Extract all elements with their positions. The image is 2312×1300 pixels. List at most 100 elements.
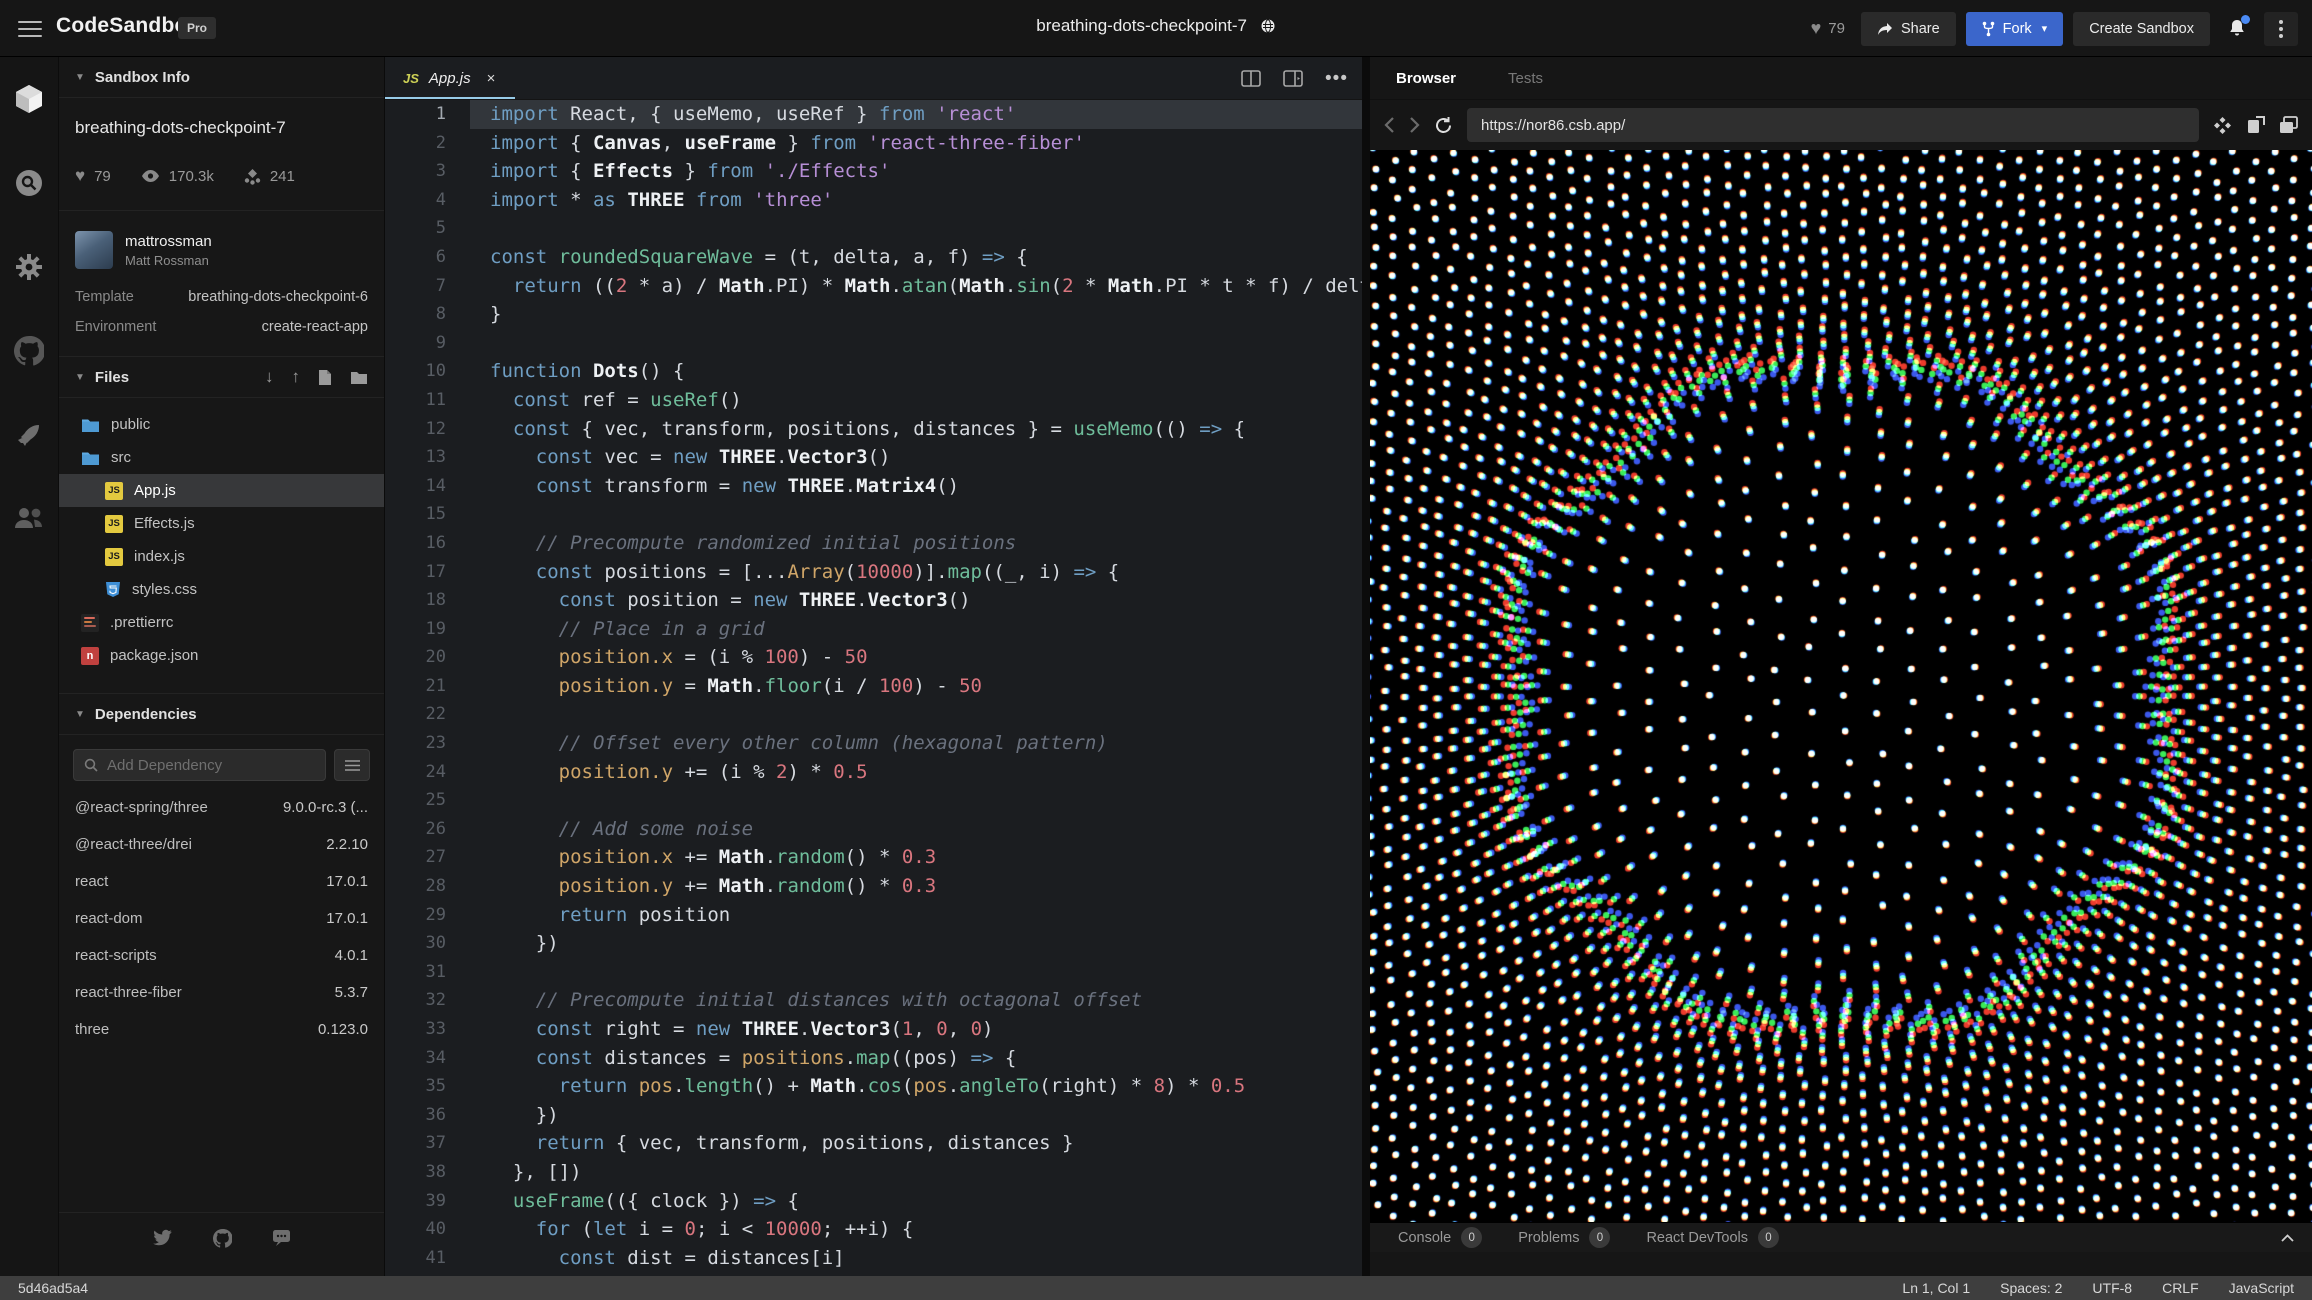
duplicate-view-icon[interactable] [2279, 115, 2298, 135]
create-sandbox-button[interactable]: Create Sandbox [2073, 11, 2210, 46]
new-file-icon[interactable] [318, 369, 332, 386]
dependency-row[interactable]: three 0.123.0 [59, 1011, 384, 1048]
code-editor[interactable]: 1 import React, { useMemo, useRef } from … [385, 100, 1362, 1276]
open-new-window-icon[interactable] [2246, 115, 2265, 135]
sandbox-info-header[interactable]: ▼ Sandbox Info [59, 57, 384, 98]
chat-support-icon[interactable] [272, 1229, 291, 1248]
status-item-utf-8[interactable]: UTF-8 [2092, 1280, 2132, 1296]
code-line: 39 useFrame(({ clock }) => { [385, 1187, 1362, 1216]
tab-tests[interactable]: Tests [1508, 70, 1543, 87]
code-text: const vec = new THREE.Vector3() [535, 446, 891, 469]
status-right-items: Ln 1, Col 1 Spaces: 2 UTF-8 CRLF JavaScript [1902, 1280, 2294, 1296]
template-value[interactable]: breathing-dots-checkpoint-6 [188, 289, 368, 305]
download-sandbox-icon[interactable]: ↓ [265, 367, 274, 387]
fork-button[interactable]: Fork ▾ [1965, 11, 2064, 46]
file-row-effects-js[interactable]: JS Effects.js [59, 507, 384, 540]
file-row-public[interactable]: public [59, 408, 384, 441]
line-number: 15 [425, 504, 446, 525]
upload-files-icon[interactable]: ↑ [292, 367, 301, 387]
code-text: }) [490, 932, 559, 955]
code-text: position.x += Math.random() * 0.3 [558, 846, 937, 869]
project-info-cube-icon[interactable] [0, 57, 59, 141]
dependency-name: react-three-fiber [75, 984, 182, 1001]
menu-hamburger-icon[interactable] [18, 16, 44, 40]
prettier-icon [81, 613, 99, 632]
like-button[interactable]: ♥ 79 [1811, 18, 1845, 39]
console-tab-problems[interactable]: Problems 0 [1500, 1223, 1628, 1252]
settings-gear-icon[interactable] [0, 225, 59, 309]
github-icon[interactable] [212, 1229, 232, 1248]
heart-icon: ♥ [75, 166, 86, 185]
editor-more-icon[interactable]: ••• [1325, 68, 1348, 90]
code-line: 13 const vec = new THREE.Vector3() [385, 443, 1362, 472]
file-row--prettierrc[interactable]: .prettierrc [59, 606, 384, 639]
dependency-version: 9.0.0-rc.3 (... [282, 799, 368, 816]
count-badge: 0 [1758, 1227, 1779, 1248]
dependency-row[interactable]: react 17.0.1 [59, 863, 384, 900]
files-header[interactable]: ▼ Files ↓ ↑ [59, 357, 384, 398]
dependency-version: 17.0.1 [326, 873, 368, 890]
console-tab-label: Console [1398, 1229, 1452, 1246]
file-row-styles-css[interactable]: styles.css [59, 573, 384, 606]
notifications-bell-icon[interactable] [2220, 12, 2254, 46]
more-options-kebab-icon[interactable] [2264, 11, 2298, 46]
dependency-row[interactable]: react-dom 17.0.1 [59, 900, 384, 937]
toggle-preview-icon[interactable] [1283, 70, 1303, 87]
back-icon[interactable] [1384, 116, 1395, 134]
live-users-icon[interactable] [0, 477, 59, 561]
file-row-app-js[interactable]: JS App.js [59, 474, 384, 507]
new-folder-icon[interactable] [350, 370, 368, 385]
status-item-spaces-2[interactable]: Spaces: 2 [2000, 1280, 2062, 1296]
share-button[interactable]: Share [1860, 11, 1956, 46]
status-item-javascript[interactable]: JavaScript [2229, 1280, 2294, 1296]
status-item-crlf[interactable]: CRLF [2162, 1280, 2199, 1296]
status-item-ln-1-col-1[interactable]: Ln 1, Col 1 [1902, 1280, 1970, 1296]
code-line: 12 const { vec, transform, positions, di… [385, 415, 1362, 444]
dependency-row[interactable]: @react-spring/three 9.0.0-rc.3 (... [59, 789, 384, 826]
file-label: App.js [134, 482, 176, 499]
environment-value[interactable]: create-react-app [262, 319, 368, 335]
notification-dot [2241, 14, 2250, 24]
preview-canvas[interactable] [1370, 150, 2312, 1246]
js-icon: JS [105, 481, 123, 500]
dependency-menu-icon[interactable] [334, 749, 370, 781]
line-number: 31 [425, 961, 446, 982]
dependencies-header[interactable]: ▼ Dependencies [59, 694, 384, 735]
dependency-name: @react-three/drei [75, 836, 192, 853]
file-row-index-js[interactable]: JS index.js [59, 540, 384, 573]
tab-browser[interactable]: Browser [1396, 70, 1456, 87]
search-icon[interactable] [0, 141, 59, 225]
url-bar[interactable] [1467, 108, 2199, 142]
url-input[interactable] [1481, 116, 2185, 134]
file-row-src[interactable]: src [59, 441, 384, 474]
code-text: // Precompute randomized initial positio… [535, 531, 1017, 554]
dependency-row[interactable]: react-three-fiber 5.3.7 [59, 974, 384, 1011]
file-label: Effects.js [134, 515, 195, 532]
sandbox-title[interactable]: breathing-dots-checkpoint-7 [1036, 16, 1247, 35]
responsive-preview-icon[interactable] [2213, 116, 2232, 135]
console-tab-react-devtools[interactable]: React DevTools 0 [1628, 1223, 1797, 1252]
tab-app-js[interactable]: JS App.js × [385, 57, 516, 99]
author-block[interactable]: mattrossman Matt Rossman [59, 211, 384, 275]
code-text: return pos.length() + Math.cos(pos.angle… [558, 1075, 1246, 1098]
split-editor-icon[interactable] [1241, 70, 1261, 87]
twitter-icon[interactable] [152, 1229, 173, 1248]
github-icon[interactable] [0, 309, 59, 393]
code-text: } [490, 303, 502, 326]
refresh-icon[interactable] [1434, 116, 1453, 135]
add-dependency-input[interactable] [107, 756, 315, 774]
avatar[interactable] [75, 231, 113, 269]
deployment-rocket-icon[interactable] [0, 393, 59, 477]
forward-icon[interactable] [1409, 116, 1420, 134]
pane-divider[interactable] [1362, 57, 1370, 1276]
dependency-row[interactable]: react-scripts 4.0.1 [59, 937, 384, 974]
console-expand-chevron-icon[interactable] [2281, 1233, 2302, 1242]
author-username[interactable]: mattrossman [125, 233, 212, 250]
file-label: styles.css [132, 581, 198, 598]
tab-close-icon[interactable]: × [487, 70, 496, 87]
dependency-row[interactable]: @react-three/drei 2.2.10 [59, 826, 384, 863]
console-tab-console[interactable]: Console 0 [1380, 1223, 1500, 1252]
file-row-package-json[interactable]: n package.json [59, 639, 384, 672]
add-dependency-search[interactable] [73, 749, 326, 781]
